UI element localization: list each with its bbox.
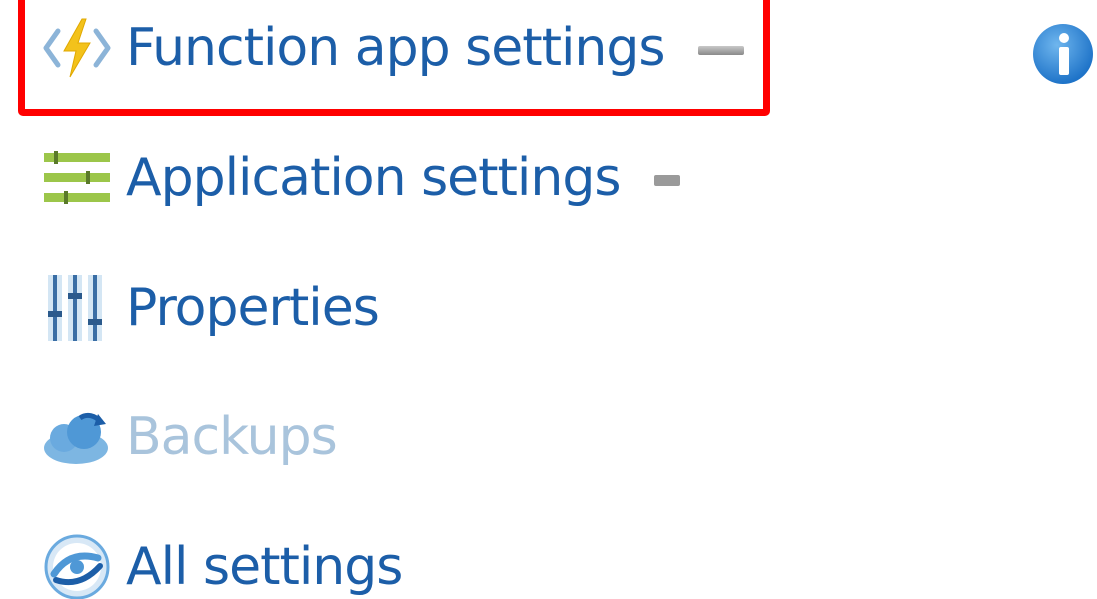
- menu-item-label: Application settings: [126, 148, 621, 208]
- menu-item-label: All settings: [126, 537, 403, 597]
- menu-item-label: Properties: [126, 278, 380, 338]
- properties-icon: [40, 271, 114, 345]
- menu-item-application-settings[interactable]: Application settings: [40, 138, 681, 218]
- settings-menu-panel: Function app settings Application settin…: [0, 0, 1097, 599]
- pin-icon[interactable]: [654, 174, 681, 186]
- function-app-icon: [40, 11, 114, 85]
- menu-item-backups[interactable]: Backups: [40, 397, 338, 477]
- menu-item-properties[interactable]: Properties: [40, 268, 380, 348]
- menu-item-label: Backups: [126, 407, 338, 467]
- menu-item-function-app-settings[interactable]: Function app settings: [40, 8, 745, 88]
- all-settings-icon: [40, 530, 114, 599]
- application-settings-icon: [40, 141, 114, 215]
- menu-item-all-settings[interactable]: All settings: [40, 527, 403, 599]
- backups-icon: [40, 400, 114, 474]
- info-icon[interactable]: [1031, 22, 1095, 86]
- pin-icon[interactable]: [698, 45, 745, 55]
- menu-item-label: Function app settings: [126, 18, 665, 78]
